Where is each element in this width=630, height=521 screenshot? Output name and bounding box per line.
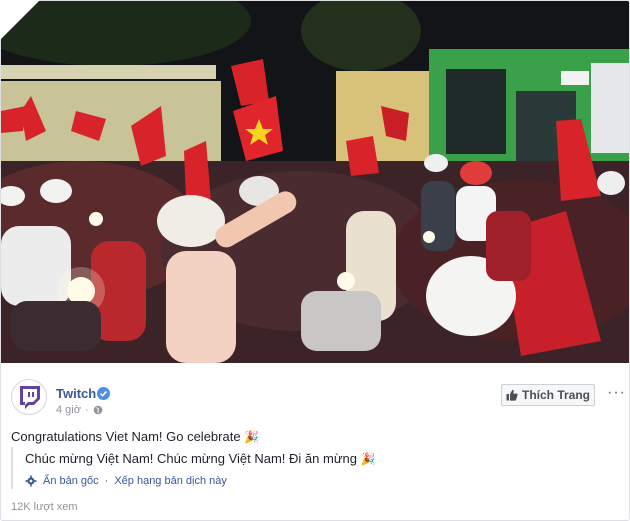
hide-original-link[interactable]: Ẩn bản gốc [43,475,99,487]
twitch-logo-icon [20,386,40,409]
like-page-label: Thích Trang [521,388,590,402]
separator-dot: · [84,404,89,416]
facebook-post-card: Twitch 4 giờ · Thích Trang ··· Congratul… [0,0,630,521]
post-text: Congratulations Viet Nam! Go celebrate 🎉 [11,429,259,444]
verified-check-icon [97,387,110,400]
post-header: Twitch 4 giờ · Thích Trang ··· [11,379,625,421]
translation-links: Ẩn bản gốc · Xếp hạng bản dịch này [25,475,227,487]
post-timestamp[interactable]: 4 giờ [56,404,81,416]
globe-icon[interactable] [93,405,103,415]
more-options-button[interactable]: ··· [607,384,626,402]
translation-text: Chúc mừng Việt Nam! Chúc mừng Việt Nam! … [25,451,376,466]
post-text-body: Congratulations Viet Nam! Go celebrate [11,429,241,444]
translated-body: Chúc mừng Việt Nam! Chúc mừng Việt Nam! … [25,451,357,466]
party-popper-icon: 🎉 [244,430,260,444]
translation-block: Chúc mừng Việt Nam! Chúc mừng Việt Nam! … [11,447,623,489]
separator-dot: · [104,475,109,487]
page-corner [0,0,40,40]
post-meta: 4 giờ · [56,404,103,416]
rate-translation-link[interactable]: Xếp hạng bản dịch này [114,475,227,487]
gear-icon [25,475,37,487]
party-popper-icon: 🎉 [360,452,376,466]
video-frame-celebration [1,1,629,363]
view-count: 12K lượt xem [11,501,78,513]
page-avatar[interactable] [11,379,47,415]
like-page-button[interactable]: Thích Trang [501,384,595,406]
thumbs-up-icon [506,389,518,401]
video-player[interactable] [1,1,629,363]
page-name-link[interactable]: Twitch [56,386,96,401]
